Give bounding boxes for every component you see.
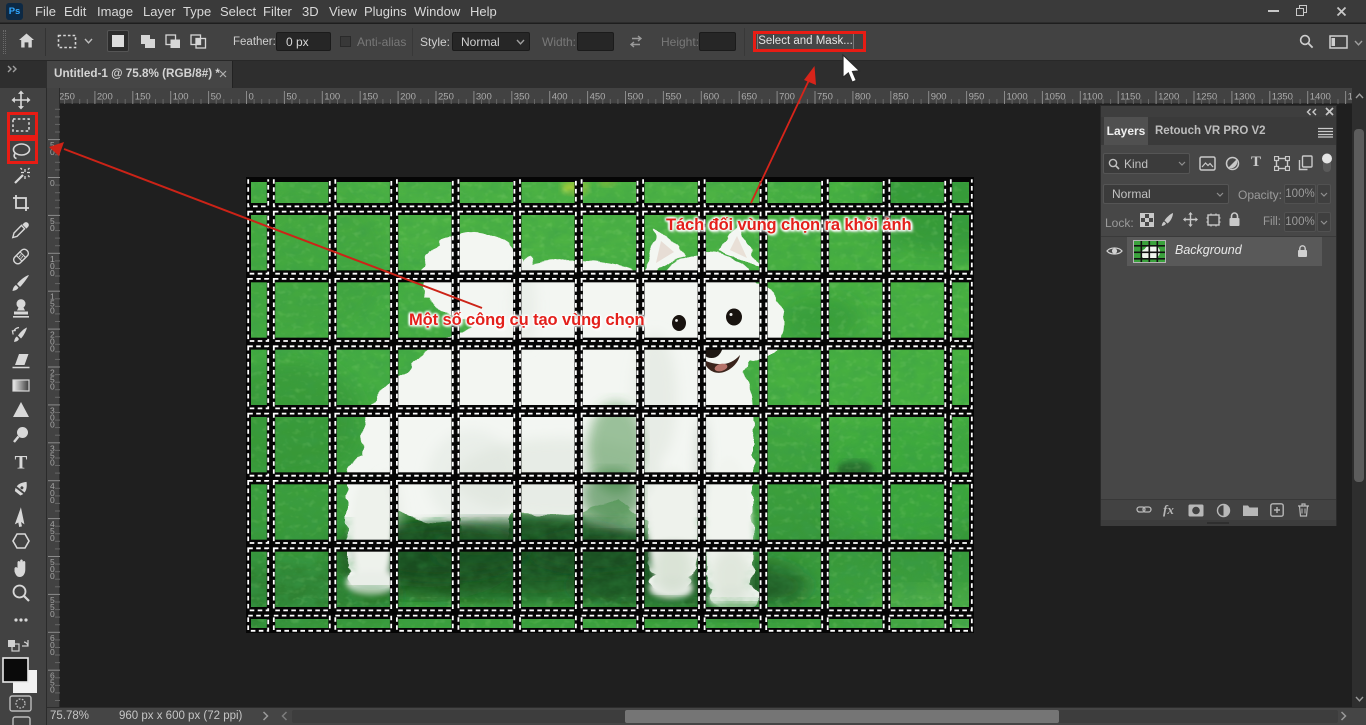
svg-text:0: 0 — [50, 223, 55, 233]
svg-text:1350: 1350 — [1272, 92, 1293, 103]
svg-text:0: 0 — [50, 268, 55, 278]
svg-text:0: 0 — [50, 147, 55, 157]
svg-text:0: 0 — [50, 382, 55, 392]
svg-text:0: 0 — [50, 609, 55, 619]
svg-text:0: 0 — [50, 495, 55, 505]
svg-text:1200: 1200 — [1158, 92, 1179, 103]
svg-text:1050: 1050 — [1044, 92, 1065, 103]
svg-text:1300: 1300 — [1234, 92, 1255, 103]
svg-text:0: 0 — [50, 344, 55, 354]
svg-text:0: 0 — [50, 457, 55, 467]
svg-text:0: 0 — [50, 685, 55, 695]
svg-text:0: 0 — [50, 533, 55, 543]
svg-text:1000: 1000 — [1007, 92, 1028, 103]
svg-text:1150: 1150 — [1120, 92, 1140, 103]
svg-text:0: 0 — [249, 92, 254, 103]
svg-text:1400: 1400 — [1310, 92, 1331, 103]
svg-text:T: T — [15, 453, 28, 474]
svg-text:0: 0 — [50, 306, 55, 316]
svg-text:0: 0 — [50, 178, 55, 188]
svg-text:0: 0 — [50, 419, 55, 429]
svg-text:1250: 1250 — [1196, 92, 1217, 103]
svg-text:0: 0 — [50, 647, 55, 657]
svg-text:1100: 1100 — [1082, 92, 1102, 103]
svg-text:0: 0 — [50, 571, 55, 581]
